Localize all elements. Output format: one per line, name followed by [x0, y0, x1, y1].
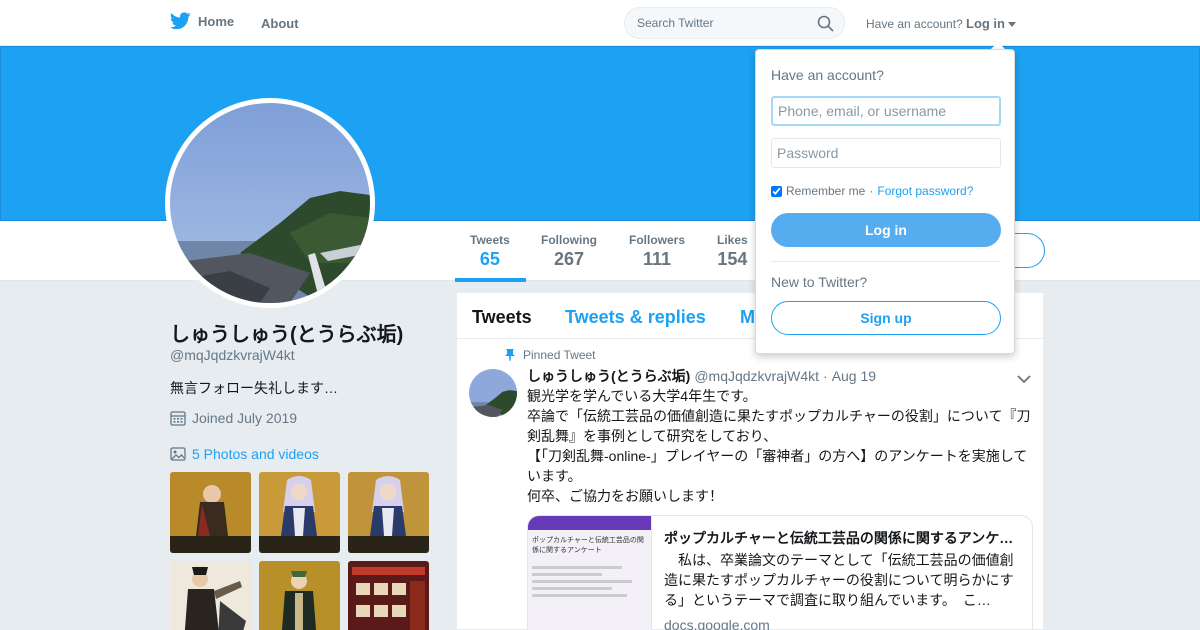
twitter-bird-icon [170, 12, 191, 30]
caret-down-icon [1008, 22, 1016, 27]
stat-label: Likes [717, 233, 748, 247]
tweet-author-handle[interactable]: @mqJqdzkvrajW4kt [694, 368, 819, 384]
remember-separator: · [869, 184, 874, 198]
pin-icon [505, 349, 515, 361]
photos-videos-link[interactable]: 5 Photos and videos [170, 446, 319, 462]
signup-button[interactable]: Sign up [771, 301, 1001, 335]
stat-value: 111 [642, 249, 672, 269]
link-preview-card[interactable]: ポップカルチャーと伝統工芸品の関 係に関するアンケート ポップカルチャーと伝統工… [527, 515, 1033, 630]
stat-value: 267 [553, 249, 585, 269]
password-field[interactable] [771, 138, 1001, 168]
pinned-text: Pinned Tweet [523, 348, 596, 362]
photos-link-label: 5 Photos and videos [192, 446, 319, 462]
remember-me-label[interactable]: Remember me [786, 184, 865, 198]
stat-label: Following [541, 233, 597, 247]
login-dropdown: Have an account? Remember me · Forgot pa… [755, 49, 1015, 354]
stat-label: Tweets [470, 233, 510, 247]
card-title: ポップカルチャーと伝統工芸品の関係に関するアンケ… [664, 530, 1014, 546]
photo-thumbnail[interactable] [259, 472, 340, 553]
stat-value: 154 [717, 249, 748, 269]
have-account-text: Have an account? [866, 17, 963, 31]
photo-thumbnail[interactable] [348, 561, 429, 630]
tweet-line: 何卒、ご協力をお願いします！ [527, 488, 723, 504]
tab-tweets[interactable]: Tweets [472, 307, 532, 328]
dropdown-title: Have an account? [771, 67, 884, 83]
tab-tweets-replies[interactable]: Tweets & replies [565, 307, 706, 328]
login-toggle-label: Log in [966, 16, 1005, 31]
photo-grid [170, 472, 429, 630]
joined-text: Joined July 2019 [192, 410, 298, 426]
stat-label: Followers [629, 233, 686, 247]
dropdown-divider [771, 261, 1001, 262]
tweet-line: 【「刀剣乱舞-online-」プレイヤーの「審神者」の方へ】のアンケートを実施し… [527, 448, 1028, 484]
tweet-avatar[interactable] [469, 369, 517, 417]
calendar-icon [170, 411, 186, 426]
card-thumbnail: ポップカルチャーと伝統工芸品の関 係に関するアンケート [528, 516, 652, 630]
stat-following[interactable]: Following 267 [541, 233, 597, 270]
search-input[interactable] [625, 8, 805, 38]
profile-handle[interactable]: @mqJqdzkvrajW4kt [170, 347, 295, 363]
tweet-line: 観光学を学んでいる大学4年生です。 [527, 388, 757, 404]
search-box [624, 7, 845, 39]
photo-thumbnail[interactable] [170, 472, 251, 553]
pinned-tweet-label: Pinned Tweet [505, 348, 596, 362]
tweet-header: しゅうしゅう(とうらぶ垢) @mqJqdzkvrajW4kt · Aug 19 [527, 366, 876, 386]
tweet-date[interactable]: Aug 19 [832, 368, 876, 384]
card-thumbnail-text: 係に関するアンケート [532, 547, 602, 554]
nav-home-label: Home [198, 13, 235, 29]
card-domain: docs.google.com [664, 617, 770, 630]
active-stat-underline [455, 278, 526, 282]
top-navigation-bar: Home About Have an account? Log in [0, 0, 1200, 46]
stat-followers[interactable]: Followers 111 [629, 233, 685, 270]
nav-home-link[interactable]: Home [170, 12, 234, 30]
profile-avatar[interactable] [165, 98, 375, 308]
tweet-text: 観光学を学んでいる大学4年生です。 卒論で「伝統工芸品の価値創造に果たすポップカ… [527, 386, 1035, 506]
card-description: 私は、卒業論文のテーマとして「伝統工芸品の価値創造に果たすポップカルチャーの役割… [664, 552, 1014, 608]
stat-tweets[interactable]: Tweets 65 [470, 233, 510, 270]
login-dropdown-toggle[interactable]: Log in [966, 16, 1016, 31]
new-to-twitter-text: New to Twitter? [771, 274, 868, 290]
stat-value: 65 [479, 249, 500, 269]
profile-joined: Joined July 2019 [170, 410, 297, 426]
tweet-author-name[interactable]: しゅうしゅう(とうらぶ垢) [527, 366, 690, 386]
tweet-header-separator: · [823, 368, 828, 384]
photo-thumbnail[interactable] [259, 561, 340, 630]
profile-bio: 無言フォロー失礼します… [170, 380, 338, 396]
tweet-line: 卒論で「伝統工芸品の価値創造に果たすポップカルチャーの役割」について『刀剣乱舞』… [527, 408, 1031, 444]
avatar-image [170, 103, 370, 303]
photo-thumbnail[interactable] [348, 472, 429, 553]
photo-thumbnail[interactable] [170, 561, 251, 630]
search-icon[interactable] [817, 15, 834, 37]
remember-me-checkbox[interactable] [771, 185, 782, 197]
remember-me-row: Remember me · Forgot password? [771, 184, 973, 198]
stat-likes[interactable]: Likes 154 [717, 233, 748, 270]
card-thumbnail-header [528, 516, 651, 530]
login-button[interactable]: Log in [771, 213, 1001, 247]
profile-name[interactable]: しゅうしゅう(とうらぶ垢) [170, 318, 403, 347]
tab-media[interactable]: M [740, 307, 755, 328]
username-field[interactable] [771, 96, 1001, 126]
nav-about-link[interactable]: About [261, 16, 299, 31]
card-thumbnail-text: ポップカルチャーと伝統工芸品の関 [532, 537, 644, 544]
forgot-password-link[interactable]: Forgot password? [877, 184, 973, 198]
photo-icon [170, 447, 186, 461]
